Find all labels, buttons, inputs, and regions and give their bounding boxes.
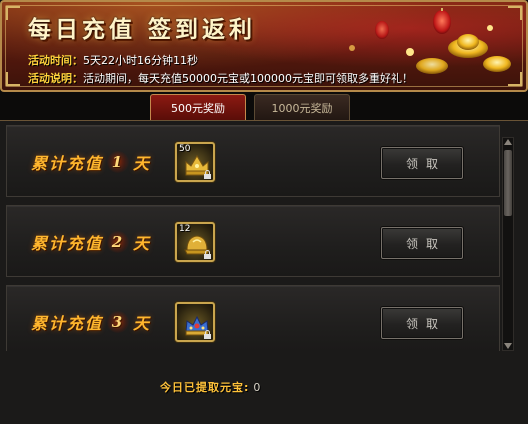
event-time-label: 活动时间： — [28, 54, 83, 67]
reward-day-number: 1 — [107, 151, 130, 173]
event-banner: 每日充值 签到返利 活动时间：5天22小时16分钟11秒 活动说明：活动期间，每… — [0, 0, 528, 92]
reward-prefix: 累计充值 — [31, 314, 104, 333]
tab-1000-reward[interactable]: 1000元奖励 — [254, 94, 350, 120]
lock-icon — [204, 170, 211, 179]
reward-row-label: 累计充值 3 天 — [31, 310, 151, 334]
lock-icon — [204, 250, 211, 259]
event-description-label: 活动说明： — [28, 72, 83, 85]
event-time-value: 5天22小时16分钟11秒 — [83, 54, 198, 67]
scrollbar-thumb[interactable] — [504, 150, 512, 216]
reward-row-label: 累计充值 1 天 — [31, 150, 151, 174]
reward-item-slot[interactable]: 50 — [175, 142, 215, 182]
reward-day-number: 2 — [107, 231, 130, 253]
reward-row-label: 累计充值 2 天 — [31, 230, 151, 254]
item-quantity: 50 — [179, 144, 191, 154]
reward-panel: 累计充值 1 天 50 领取 累计充值 2 天 12 领取 累计充值 3 天 领… — [0, 120, 528, 424]
daily-claimed-value: 0 — [253, 381, 262, 394]
claim-button[interactable]: 领取 — [381, 147, 463, 179]
banner-title: 每日充值 签到返利 — [28, 16, 257, 43]
event-description-line: 活动说明：活动期间，每天充值50000元宝或100000元宝即可领取多重好礼！ — [28, 70, 413, 86]
tab-500-reward[interactable]: 500元奖励 — [150, 94, 246, 120]
item-quantity: 12 — [179, 224, 191, 234]
event-time-line: 活动时间：5天22小时16分钟11秒 — [28, 52, 198, 68]
reward-suffix: 天 — [133, 154, 152, 173]
reward-prefix: 累计充值 — [31, 234, 104, 253]
scroll-up-arrow-icon[interactable] — [503, 137, 513, 147]
banner-corner-ornament — [6, 72, 20, 86]
reward-item-slot[interactable]: 12 — [175, 222, 215, 262]
daily-claimed-label: 今日已提取元宝: — [160, 381, 250, 394]
reward-prefix: 累计充值 — [31, 154, 104, 173]
reward-list: 累计充值 1 天 50 领取 累计充值 2 天 12 领取 累计充值 3 天 领… — [6, 125, 500, 351]
reward-row: 累计充值 3 天 领取 — [6, 285, 500, 351]
reward-list-scrollbar[interactable] — [502, 137, 514, 351]
reward-day-number: 3 — [107, 311, 130, 333]
event-description-value: 活动期间，每天充值50000元宝或100000元宝即可领取多重好礼！ — [83, 72, 413, 85]
reward-row: 累计充值 1 天 50 领取 — [6, 125, 500, 197]
lock-icon — [204, 330, 211, 339]
banner-corner-ornament — [6, 6, 20, 20]
scroll-down-arrow-icon[interactable] — [503, 341, 513, 351]
reward-item-slot[interactable] — [175, 302, 215, 342]
claim-button[interactable]: 领取 — [381, 227, 463, 259]
claim-button[interactable]: 领取 — [381, 307, 463, 339]
daily-claimed-summary: 今日已提取元宝: 0 — [160, 379, 261, 395]
reward-suffix: 天 — [133, 314, 152, 333]
reward-row: 累计充值 2 天 12 领取 — [6, 205, 500, 277]
reward-suffix: 天 — [133, 234, 152, 253]
